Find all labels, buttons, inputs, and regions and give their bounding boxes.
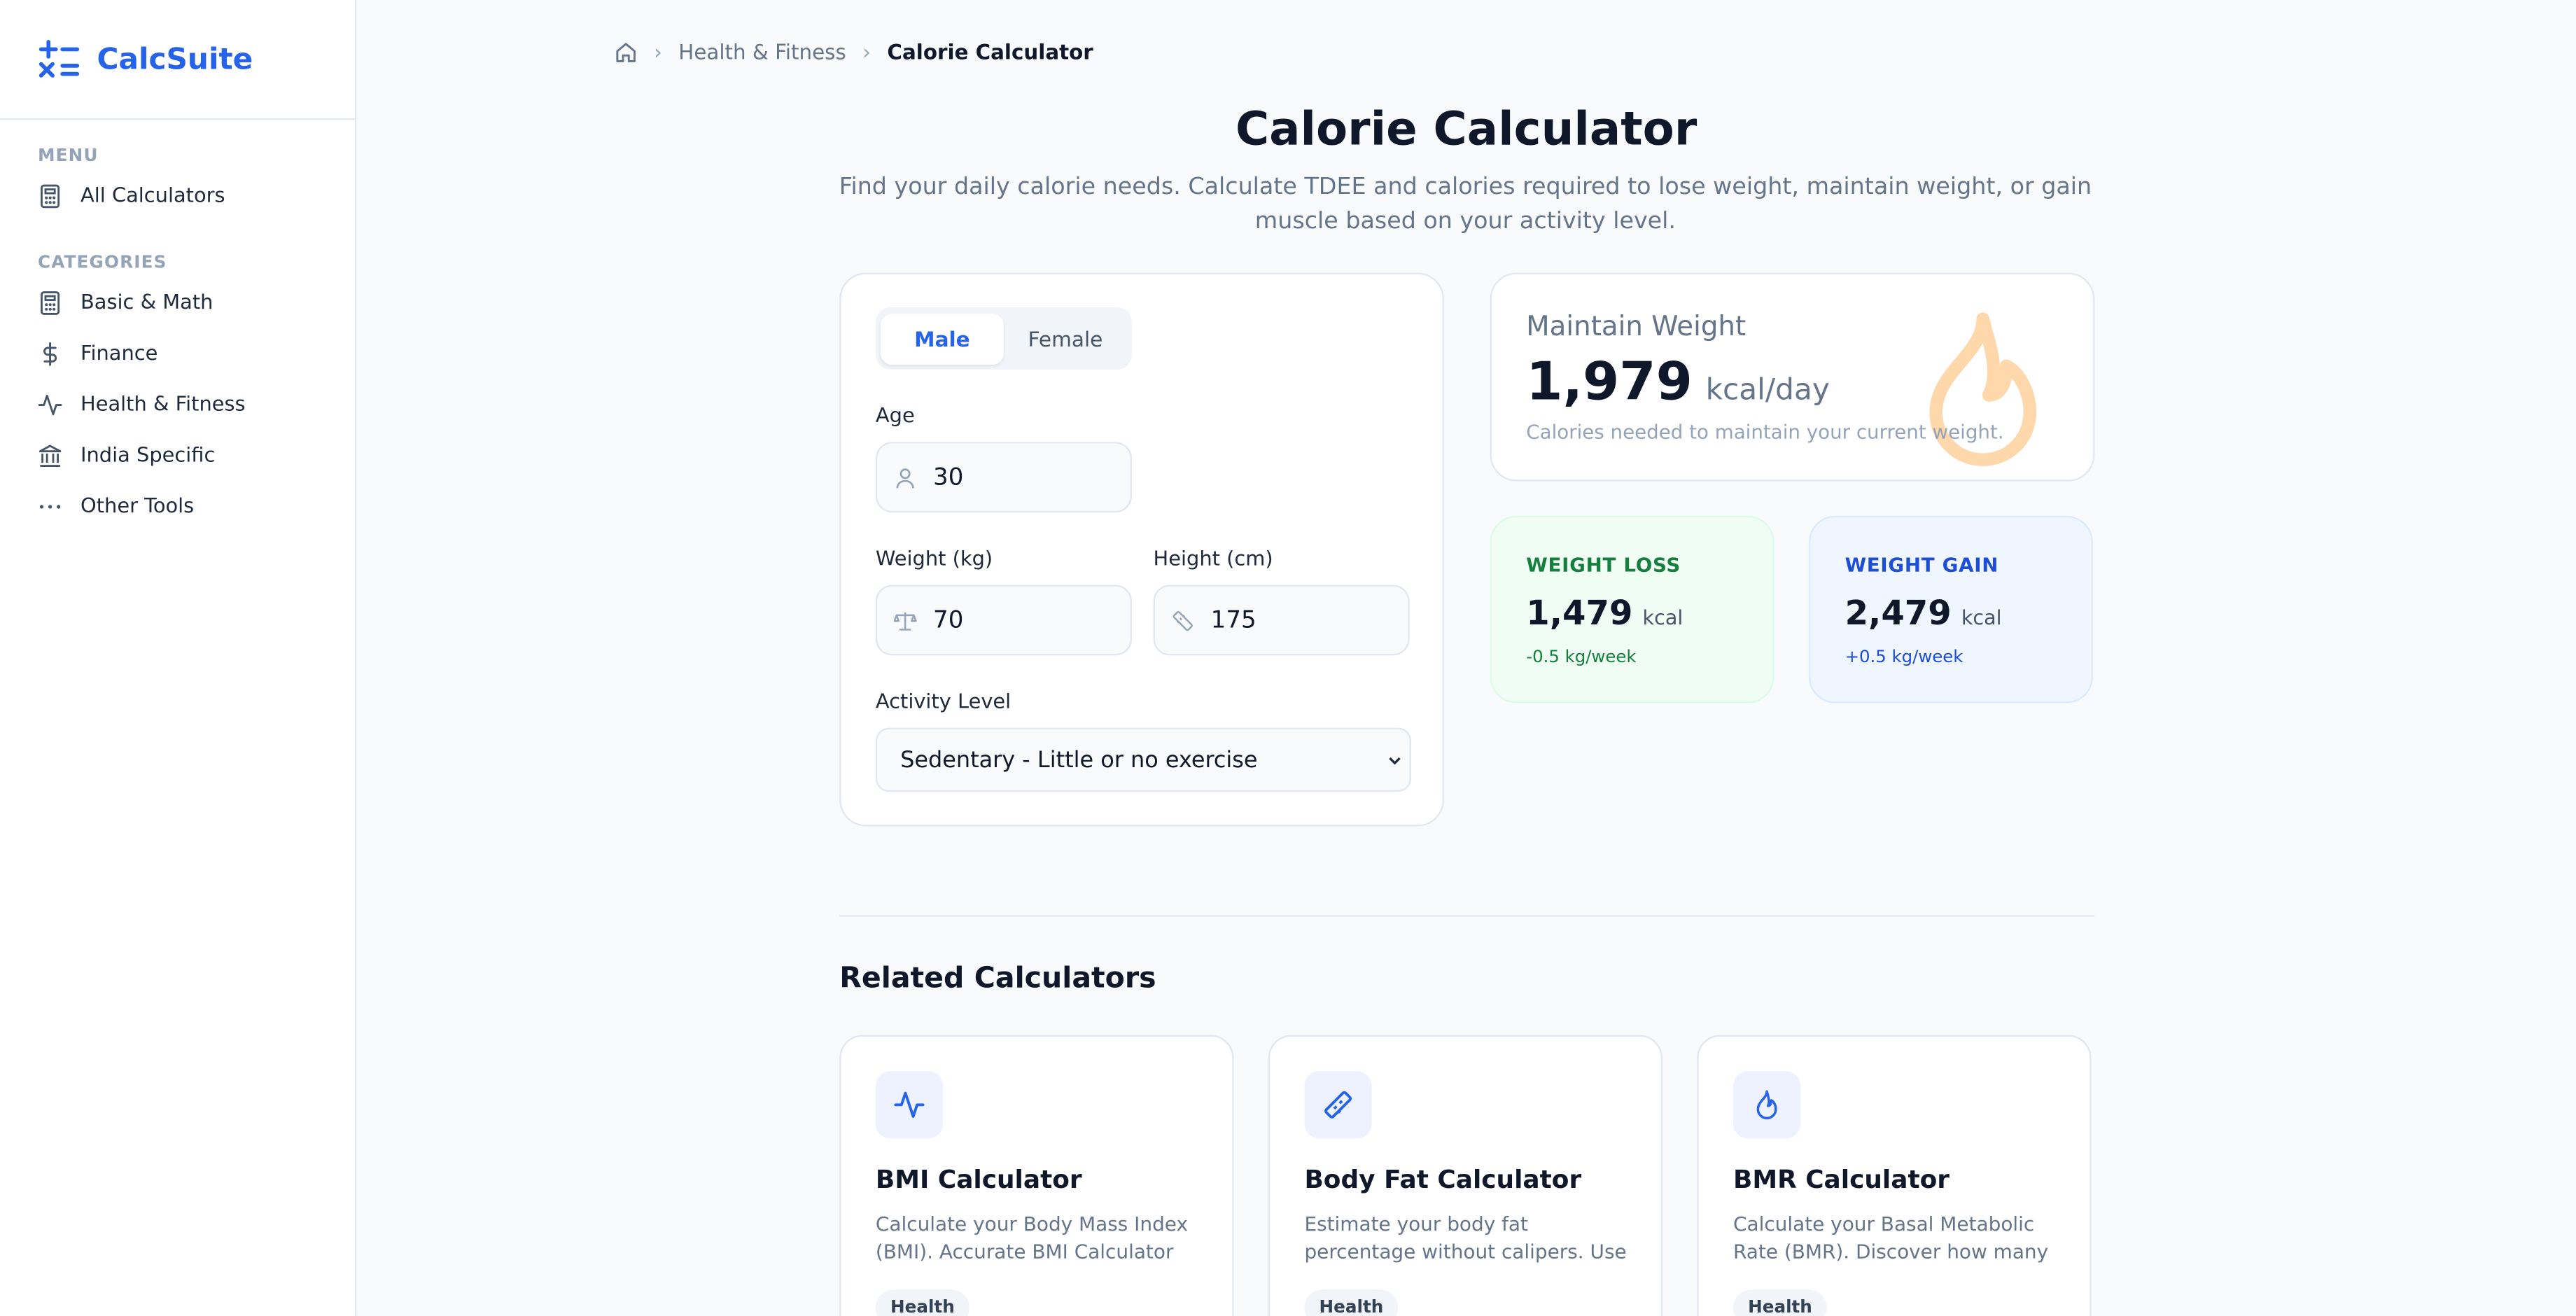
brand[interactable]: CalcSuite xyxy=(0,0,355,120)
sidebar: CalcSuite MENU All Calculators CATEGORIE… xyxy=(0,0,357,1316)
weight-loss-card: WEIGHT LOSS 1,479 kcal -0.5 kg/week xyxy=(1490,515,1774,704)
related-card-title: Body Fat Calculator xyxy=(1304,1164,1582,1195)
calculator-form-card: Male Female Age 30 Weight (kg) 70 Height… xyxy=(839,272,1444,827)
breadcrumb: › Health & Fitness › Calorie Calculator xyxy=(615,39,1093,64)
related-heading: Related Calculators xyxy=(839,962,1156,996)
page-title: Calorie Calculator xyxy=(1235,102,1698,156)
activity-selected-value: Sedentary - Little or no exercise xyxy=(900,746,1258,774)
calculator-icon xyxy=(41,183,60,208)
bank-icon xyxy=(38,444,62,466)
height-field[interactable]: 175 xyxy=(1153,584,1410,656)
sidebar-item-all-calculators[interactable]: All Calculators xyxy=(0,171,355,220)
related-icon-box xyxy=(875,1071,944,1139)
sidebar-item-india-specific[interactable]: India Specific xyxy=(0,430,355,479)
maintain-note: Calories needed to maintain your current… xyxy=(1526,420,2004,444)
maintain-weight-card: Maintain Weight 1,979 kcal/day Calories … xyxy=(1490,272,2095,482)
weight-loss-title: WEIGHT LOSS xyxy=(1526,553,1681,577)
weight-loss-unit: kcal xyxy=(1642,606,1684,629)
user-icon xyxy=(896,468,914,488)
age-value: 30 xyxy=(933,463,964,491)
activity-level-select[interactable]: Sedentary - Little or no exercise xyxy=(875,727,1411,792)
sidebar-item-label: India Specific xyxy=(80,443,216,467)
chevron-down-icon xyxy=(1389,757,1401,765)
sidebar-item-label: All Calculators xyxy=(80,183,225,207)
dollar-icon xyxy=(43,341,57,365)
calculator-icon xyxy=(41,290,60,314)
sidebar-item-health-fitness[interactable]: Health & Fitness xyxy=(0,379,355,428)
sidebar-item-label: Basic & Math xyxy=(80,290,214,314)
sidebar-item-basic-math[interactable]: Basic & Math xyxy=(0,278,355,327)
related-icon-box xyxy=(1304,1071,1372,1139)
app-root: CalcSuite MENU All Calculators CATEGORIE… xyxy=(0,0,2576,1316)
page-subtitle: Find your daily calorie needs. Calculate… xyxy=(839,174,2092,234)
sidebar-item-finance[interactable]: Finance xyxy=(0,328,355,377)
weight-gain-unit: kcal xyxy=(1961,606,2002,629)
age-label: Age xyxy=(875,404,915,428)
related-card-body-fat[interactable]: Body Fat Calculator Estimate your body f… xyxy=(1268,1035,1663,1316)
sidebar-item-label: Health & Fitness xyxy=(80,392,246,416)
chevron-right-icon: › xyxy=(654,39,662,64)
brand-name: CalcSuite xyxy=(97,41,253,77)
related-card-desc: Calculate your Basal Metabolic Rate (BMR… xyxy=(1732,1212,2049,1264)
flame-icon xyxy=(1756,1090,1777,1120)
gender-option-male[interactable]: Male xyxy=(880,313,1004,364)
related-card-tag: Health xyxy=(1732,1289,1827,1316)
sidebar-item-label: Finance xyxy=(80,342,158,365)
activity-label: Activity Level xyxy=(875,690,1011,713)
height-label: Height (cm) xyxy=(1153,547,1273,570)
weight-loss-rate: -0.5 kg/week xyxy=(1526,647,1637,667)
maintain-title: Maintain Weight xyxy=(1526,310,1746,342)
breadcrumb-parent[interactable]: Health & Fitness xyxy=(678,39,846,64)
weight-gain-value: 2,479 xyxy=(1844,593,1952,633)
related-card-tag: Health xyxy=(875,1289,969,1316)
section-divider xyxy=(839,915,2095,917)
maintain-unit: kcal/day xyxy=(1705,372,1830,408)
related-card-bmi[interactable]: BMI Calculator Calculate your Body Mass … xyxy=(839,1035,1234,1316)
weight-gain-value-row: 2,479 kcal xyxy=(1845,593,2002,632)
menu-heading: MENU xyxy=(37,146,99,167)
weight-gain-title: WEIGHT GAIN xyxy=(1844,553,1999,577)
maintain-value-row: 1,979 kcal/day xyxy=(1526,350,1830,412)
weight-label: Weight (kg) xyxy=(875,547,993,570)
weight-gain-rate: +0.5 kg/week xyxy=(1844,647,1963,667)
related-card-tag: Health xyxy=(1304,1289,1399,1316)
related-card-title: BMR Calculator xyxy=(1732,1164,1950,1195)
scale-icon xyxy=(893,611,917,630)
sidebar-item-other-tools[interactable]: Other Tools xyxy=(0,482,355,531)
weight-loss-value: 1,479 xyxy=(1526,593,1633,633)
related-card-title: BMI Calculator xyxy=(875,1164,1082,1195)
weight-gain-card: WEIGHT GAIN 2,479 kcal +0.5 kg/week xyxy=(1808,515,2093,704)
ruler-icon xyxy=(1324,1091,1352,1119)
activity-icon xyxy=(894,1091,925,1118)
gender-option-female[interactable]: Female xyxy=(1004,313,1127,364)
categories-heading: CATEGORIES xyxy=(37,253,167,273)
home-icon[interactable] xyxy=(615,40,638,63)
calculator-logo-icon xyxy=(38,40,80,78)
chevron-right-icon: › xyxy=(862,39,871,64)
related-card-desc: Calculate your Body Mass Index (BMI). Ac… xyxy=(875,1212,1188,1264)
related-card-desc: Estimate your body fat percentage withou… xyxy=(1304,1212,1627,1264)
ruler-icon xyxy=(1172,610,1193,631)
related-card-bmr[interactable]: BMR Calculator Calculate your Basal Meta… xyxy=(1697,1035,2092,1316)
age-field[interactable]: 30 xyxy=(875,442,1133,513)
main-content: › Health & Fitness › Calorie Calculator … xyxy=(356,0,2576,1316)
related-icon-box xyxy=(1732,1071,1801,1139)
sidebar-item-label: Other Tools xyxy=(80,494,195,518)
gender-toggle: Male Female xyxy=(875,307,1133,370)
weight-loss-value-row: 1,479 kcal xyxy=(1526,593,1683,632)
activity-icon xyxy=(38,393,62,414)
flame-icon xyxy=(1929,312,2036,466)
more-icon xyxy=(39,504,61,508)
weight-value: 70 xyxy=(933,607,964,634)
height-value: 175 xyxy=(1210,607,1256,634)
weight-field[interactable]: 70 xyxy=(875,584,1133,656)
breadcrumb-current: Calorie Calculator xyxy=(887,39,1093,64)
maintain-value: 1,979 xyxy=(1526,349,1693,413)
